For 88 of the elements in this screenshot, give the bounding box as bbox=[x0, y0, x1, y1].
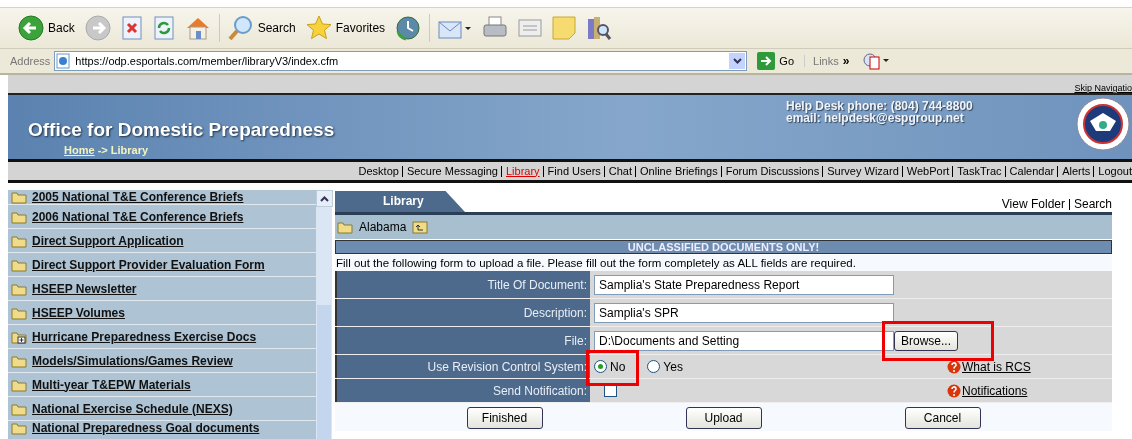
nav-link[interactable]: Calendar bbox=[1004, 165, 1055, 177]
star-icon bbox=[305, 15, 332, 41]
form-button[interactable]: Cancel bbox=[904, 407, 981, 429]
description-input[interactable]: Samplia's SPR bbox=[594, 302, 894, 323]
field-label: Title Of Document: bbox=[335, 271, 590, 298]
folder-icon bbox=[11, 281, 27, 296]
folder-icon bbox=[11, 233, 27, 248]
folder-action-link[interactable]: View Folder bbox=[1001, 199, 1065, 210]
nav-link[interactable]: Logout bbox=[1093, 165, 1132, 177]
form-button[interactable]: Upload bbox=[685, 407, 762, 429]
links-chevron[interactable]: » bbox=[842, 54, 850, 68]
nav-link[interactable]: Forum Discussions bbox=[720, 165, 820, 177]
address-label: Address bbox=[10, 55, 51, 67]
help-icon bbox=[947, 383, 961, 398]
instructions-text: Fill out the following form to upload a file. Please fill out the form completely as ALL fields are required. bbox=[335, 255, 1112, 271]
folder-link[interactable]: HSEEP Volumes bbox=[32, 305, 125, 320]
field-label: File: bbox=[335, 327, 590, 354]
classification-banner: UNCLASSIFIED DOCUMENTS ONLY! bbox=[335, 240, 1112, 254]
stop-icon bbox=[120, 16, 143, 40]
help-icon bbox=[947, 359, 961, 374]
nav-link[interactable]: Survey Wizard bbox=[822, 165, 899, 177]
folder-name: Alabama bbox=[359, 220, 407, 234]
library-tab[interactable]: Library bbox=[335, 191, 465, 212]
folder-link[interactable]: 2006 National T&E Conference Briefs bbox=[32, 209, 244, 224]
form-button[interactable]: Finished bbox=[466, 407, 543, 429]
folder-icon bbox=[11, 353, 27, 368]
nav-link[interactable]: Desktop bbox=[358, 165, 399, 177]
links-label[interactable]: Links bbox=[804, 55, 839, 67]
back-toolbar-button[interactable]: Back bbox=[16, 13, 77, 43]
folder-link[interactable]: National Preparedness Goal documents bbox=[32, 421, 260, 435]
helpdesk-email: email: helpdesk@espgroup.net bbox=[786, 112, 965, 124]
folder-icon bbox=[337, 220, 353, 234]
helpdesk-phone: Help Desk phone: (804) 744-8800 bbox=[786, 100, 974, 112]
folder-link[interactable]: 2005 National T&E Conference Briefs bbox=[32, 190, 244, 204]
go-button[interactable]: Go bbox=[751, 52, 801, 70]
address-field[interactable]: https://odp.esportals.com/member/libraryV3/index.cfm bbox=[54, 51, 748, 71]
refresh-icon bbox=[152, 16, 175, 40]
nav-link[interactable]: Alerts bbox=[1057, 165, 1091, 177]
dropdown-icon[interactable] bbox=[729, 53, 746, 69]
browse-button[interactable]: Browse... bbox=[894, 330, 958, 351]
field-label: Description: bbox=[335, 299, 590, 326]
folder-icon bbox=[11, 257, 27, 272]
folder-icon bbox=[11, 209, 27, 224]
page-icon bbox=[55, 53, 72, 69]
printer-icon bbox=[482, 16, 509, 40]
folder-link[interactable]: Direct Support Application bbox=[32, 233, 184, 248]
nav-link[interactable]: WebPort bbox=[901, 165, 950, 177]
nav-link[interactable]: Online Briefings bbox=[635, 165, 718, 177]
scrollbar[interactable] bbox=[316, 190, 332, 439]
folder-link[interactable]: Multi-year T&EPW Materials bbox=[32, 377, 191, 392]
search-toolbar-button[interactable]: Search bbox=[225, 13, 298, 43]
folder-plus-icon bbox=[11, 329, 27, 344]
folder-link[interactable]: HSEEP Newsletter bbox=[32, 281, 137, 296]
file-path-input[interactable]: D:\Documents and Setting bbox=[594, 330, 894, 351]
folder-icon bbox=[11, 401, 27, 416]
skip-navigation-link[interactable]: Skip Navigatio bbox=[1074, 83, 1132, 93]
history-clock-icon bbox=[395, 15, 422, 41]
nav-link[interactable]: Chat bbox=[603, 165, 633, 177]
url-text: https://odp.esportals.com/member/libraryV3/index.cfm bbox=[75, 55, 340, 67]
nav-link[interactable]: Secure Messaging bbox=[401, 165, 498, 177]
folder-icon bbox=[11, 305, 27, 320]
site-title: Office for Domestic Preparedness bbox=[28, 119, 336, 141]
note-icon bbox=[552, 16, 577, 40]
folder-link[interactable]: Models/Simulations/Games Review bbox=[32, 353, 233, 368]
scroll-up-icon[interactable] bbox=[316, 190, 333, 207]
books-magnifier-icon bbox=[586, 15, 613, 41]
favorites-toolbar-button[interactable]: Favorites bbox=[303, 13, 388, 43]
nav-link[interactable]: Find Users bbox=[542, 165, 601, 177]
nav-link[interactable]: TaskTrac bbox=[952, 165, 1002, 177]
radio-option[interactable]: No bbox=[594, 359, 626, 374]
breadcrumb-text: -> Library bbox=[97, 144, 149, 156]
search-icon bbox=[227, 15, 254, 41]
document-icon bbox=[518, 17, 543, 39]
radio-option[interactable]: Yes bbox=[647, 359, 683, 374]
folder-icon bbox=[11, 377, 27, 392]
title-input[interactable]: Samplia's State Preparedness Report bbox=[594, 274, 894, 295]
folder-action-link[interactable]: Search bbox=[1068, 199, 1112, 210]
folder-link[interactable]: Hurricane Preparedness Exercise Docs bbox=[32, 329, 257, 344]
folder-icon bbox=[11, 421, 27, 435]
field-label: Use Revision Control System: bbox=[335, 355, 590, 378]
forward-toolbar-button[interactable] bbox=[82, 13, 113, 43]
folder-link[interactable]: Direct Support Provider Evaluation Form bbox=[32, 257, 265, 272]
folder-link[interactable]: National Exercise Schedule (NEXS) bbox=[32, 401, 233, 416]
folder-icon bbox=[11, 190, 27, 204]
field-label: Send Notification: bbox=[335, 379, 590, 402]
folder-up-icon[interactable] bbox=[412, 220, 429, 234]
help-link[interactable]: What is RCS bbox=[962, 359, 1031, 374]
help-link[interactable]: Notifications bbox=[962, 383, 1028, 398]
